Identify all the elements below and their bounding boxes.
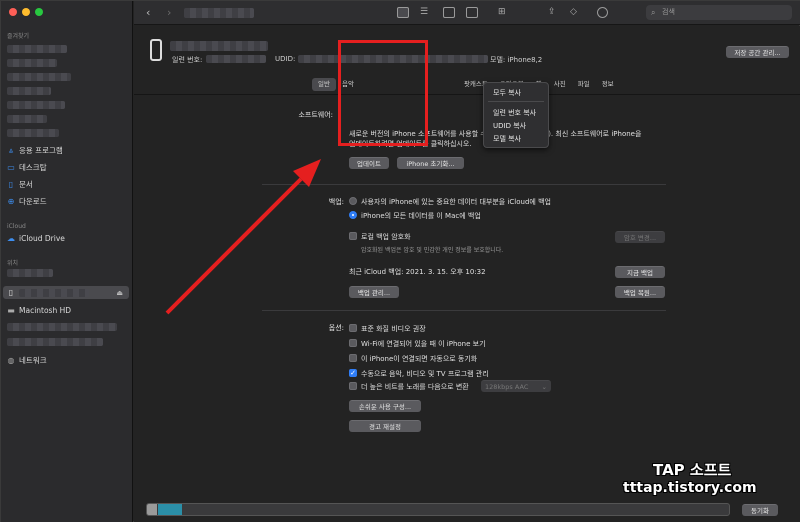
watermark-title: TAP 소프트 (653, 461, 732, 479)
finder-window: 즐겨찾기 ⩓ 응용 프로그램 ▭ 데스크탑 ▯ 문서 ⊕ 다운로드 iCloud… (0, 0, 800, 522)
storage-segment-other (147, 504, 157, 515)
sync-button[interactable]: 동기화 (742, 504, 778, 516)
watermark-url: tttap.tistory.com (623, 480, 757, 496)
annotation-arrow (165, 159, 321, 315)
storage-segment-apps (158, 504, 182, 515)
storage-usage-bar (146, 503, 730, 516)
